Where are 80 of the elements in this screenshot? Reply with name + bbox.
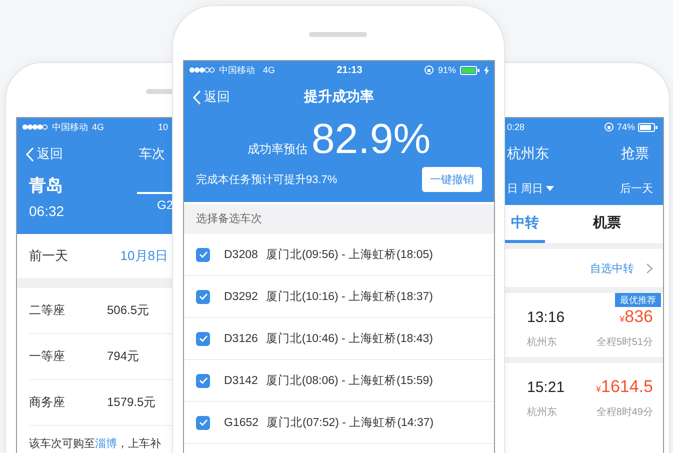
result-card[interactable]: 最优推荐 13:16 ¥836 杭州东 全程5时51分 — [503, 293, 663, 357]
seat-class: 商务座 — [29, 394, 66, 411]
speaker-slot — [309, 32, 367, 37]
status-time: 0:28 — [507, 122, 525, 132]
seat-price: 506.5元 — [107, 302, 150, 319]
battery-icon — [460, 66, 480, 74]
price-label: ¥1614.5 — [596, 377, 653, 397]
battery-icon — [638, 122, 658, 132]
chevron-icon — [192, 90, 201, 104]
check-icon — [198, 335, 208, 342]
checkbox[interactable] — [196, 374, 210, 388]
carrier-label: 中国移动 — [52, 120, 88, 134]
section-header: 选择备选车次 — [184, 204, 494, 234]
duration-label: 全程8时49分 — [596, 406, 653, 419]
chevron-icon — [646, 262, 653, 274]
checkbox[interactable] — [196, 332, 210, 346]
station-name: 青岛 — [29, 175, 64, 197]
check-icon — [198, 419, 208, 426]
hint-text: 完成本任务预计可提升93.7% — [196, 172, 338, 187]
network-label: 4G — [92, 122, 104, 132]
check-icon — [198, 377, 208, 384]
network-label: 4G — [263, 65, 276, 75]
train-route: 厦门北(07:52) - 上海虹桥(14:37) — [266, 415, 434, 430]
train-route: 厦门北(10:46) - 上海虹桥(18:43) — [266, 331, 433, 346]
screen-title: 提升成功率 — [304, 88, 374, 106]
train-code: D3208 — [224, 248, 258, 260]
train-code: D3142 — [224, 374, 258, 386]
station-link[interactable]: 淄博 — [95, 438, 117, 450]
cancel-button[interactable]: 一键撤销 — [422, 167, 482, 192]
checkbox[interactable] — [196, 416, 210, 430]
chevron-icon — [25, 146, 34, 162]
check-icon — [198, 251, 208, 258]
carrier-label: 中国移动 — [219, 64, 255, 76]
result-card[interactable]: 15:21 ¥1614.5 杭州东 全程8时49分 — [503, 363, 663, 427]
custom-transfer-link[interactable]: 自选中转 — [590, 260, 634, 276]
date-label[interactable]: 10月8日 — [120, 247, 168, 265]
arrival-time: 15:21 — [527, 379, 565, 396]
station-label: 杭州东 — [527, 406, 557, 419]
seat-class: 二等座 — [29, 302, 66, 319]
battery-percent: 74% — [616, 122, 635, 132]
train-code: G1652 — [224, 416, 259, 428]
rotation-lock-icon — [424, 65, 434, 75]
price-label: ¥836 — [620, 307, 653, 327]
signal-icon — [189, 67, 215, 73]
battery-percent: 91% — [438, 65, 456, 75]
back-button[interactable]: 返回 — [192, 88, 230, 106]
check-icon — [198, 293, 208, 300]
previous-day-link[interactable]: 前一天 — [29, 247, 68, 265]
checkbox[interactable] — [196, 290, 210, 304]
train-code: D3292 — [224, 290, 258, 302]
train-number: G2 — [156, 198, 173, 212]
screen-title: 车次 — [138, 145, 165, 163]
train-route: 厦门北(10:16) - 上海虹桥(18:37) — [266, 289, 433, 304]
checkbox[interactable] — [196, 248, 210, 262]
grab-ticket-button[interactable]: 抢票 — [621, 145, 649, 163]
success-rate: 82.9% — [311, 117, 431, 161]
seat-price: 794元 — [107, 348, 140, 365]
caret-icon — [546, 186, 554, 191]
screen-title: 杭州东 — [507, 145, 549, 163]
train-code: D3126 — [224, 332, 258, 344]
status-time: 21:13 — [336, 64, 364, 76]
note-text: 该车次可购至淄博，上车补 — [29, 436, 162, 451]
train-route: 厦门北(09:56) - 上海虹桥(18:05) — [266, 247, 433, 262]
date-dropdown[interactable]: 日 周日 — [507, 181, 554, 196]
next-day-button[interactable]: 后一天 — [620, 181, 653, 196]
recommend-badge: 最优推荐 — [615, 293, 661, 307]
bolt-icon — [484, 66, 489, 74]
departure-time: 06:32 — [29, 203, 64, 219]
tab[interactable]: 机票 — [587, 205, 627, 243]
back-button[interactable]: 返回 — [25, 145, 63, 163]
train-route: 厦门北(08:06) - 上海虹桥(15:59) — [266, 373, 433, 388]
seat-price: 1579.5元 — [107, 394, 156, 411]
seat-class: 一等座 — [29, 348, 66, 365]
rate-label: 成功率预估 — [247, 141, 308, 158]
rotation-lock-icon — [604, 122, 614, 132]
station-label: 杭州东 — [527, 336, 557, 349]
duration-label: 全程5时51分 — [596, 336, 653, 349]
status-time: 10 — [156, 122, 168, 132]
arrival-time: 13:16 — [527, 309, 565, 326]
signal-icon — [22, 124, 48, 130]
